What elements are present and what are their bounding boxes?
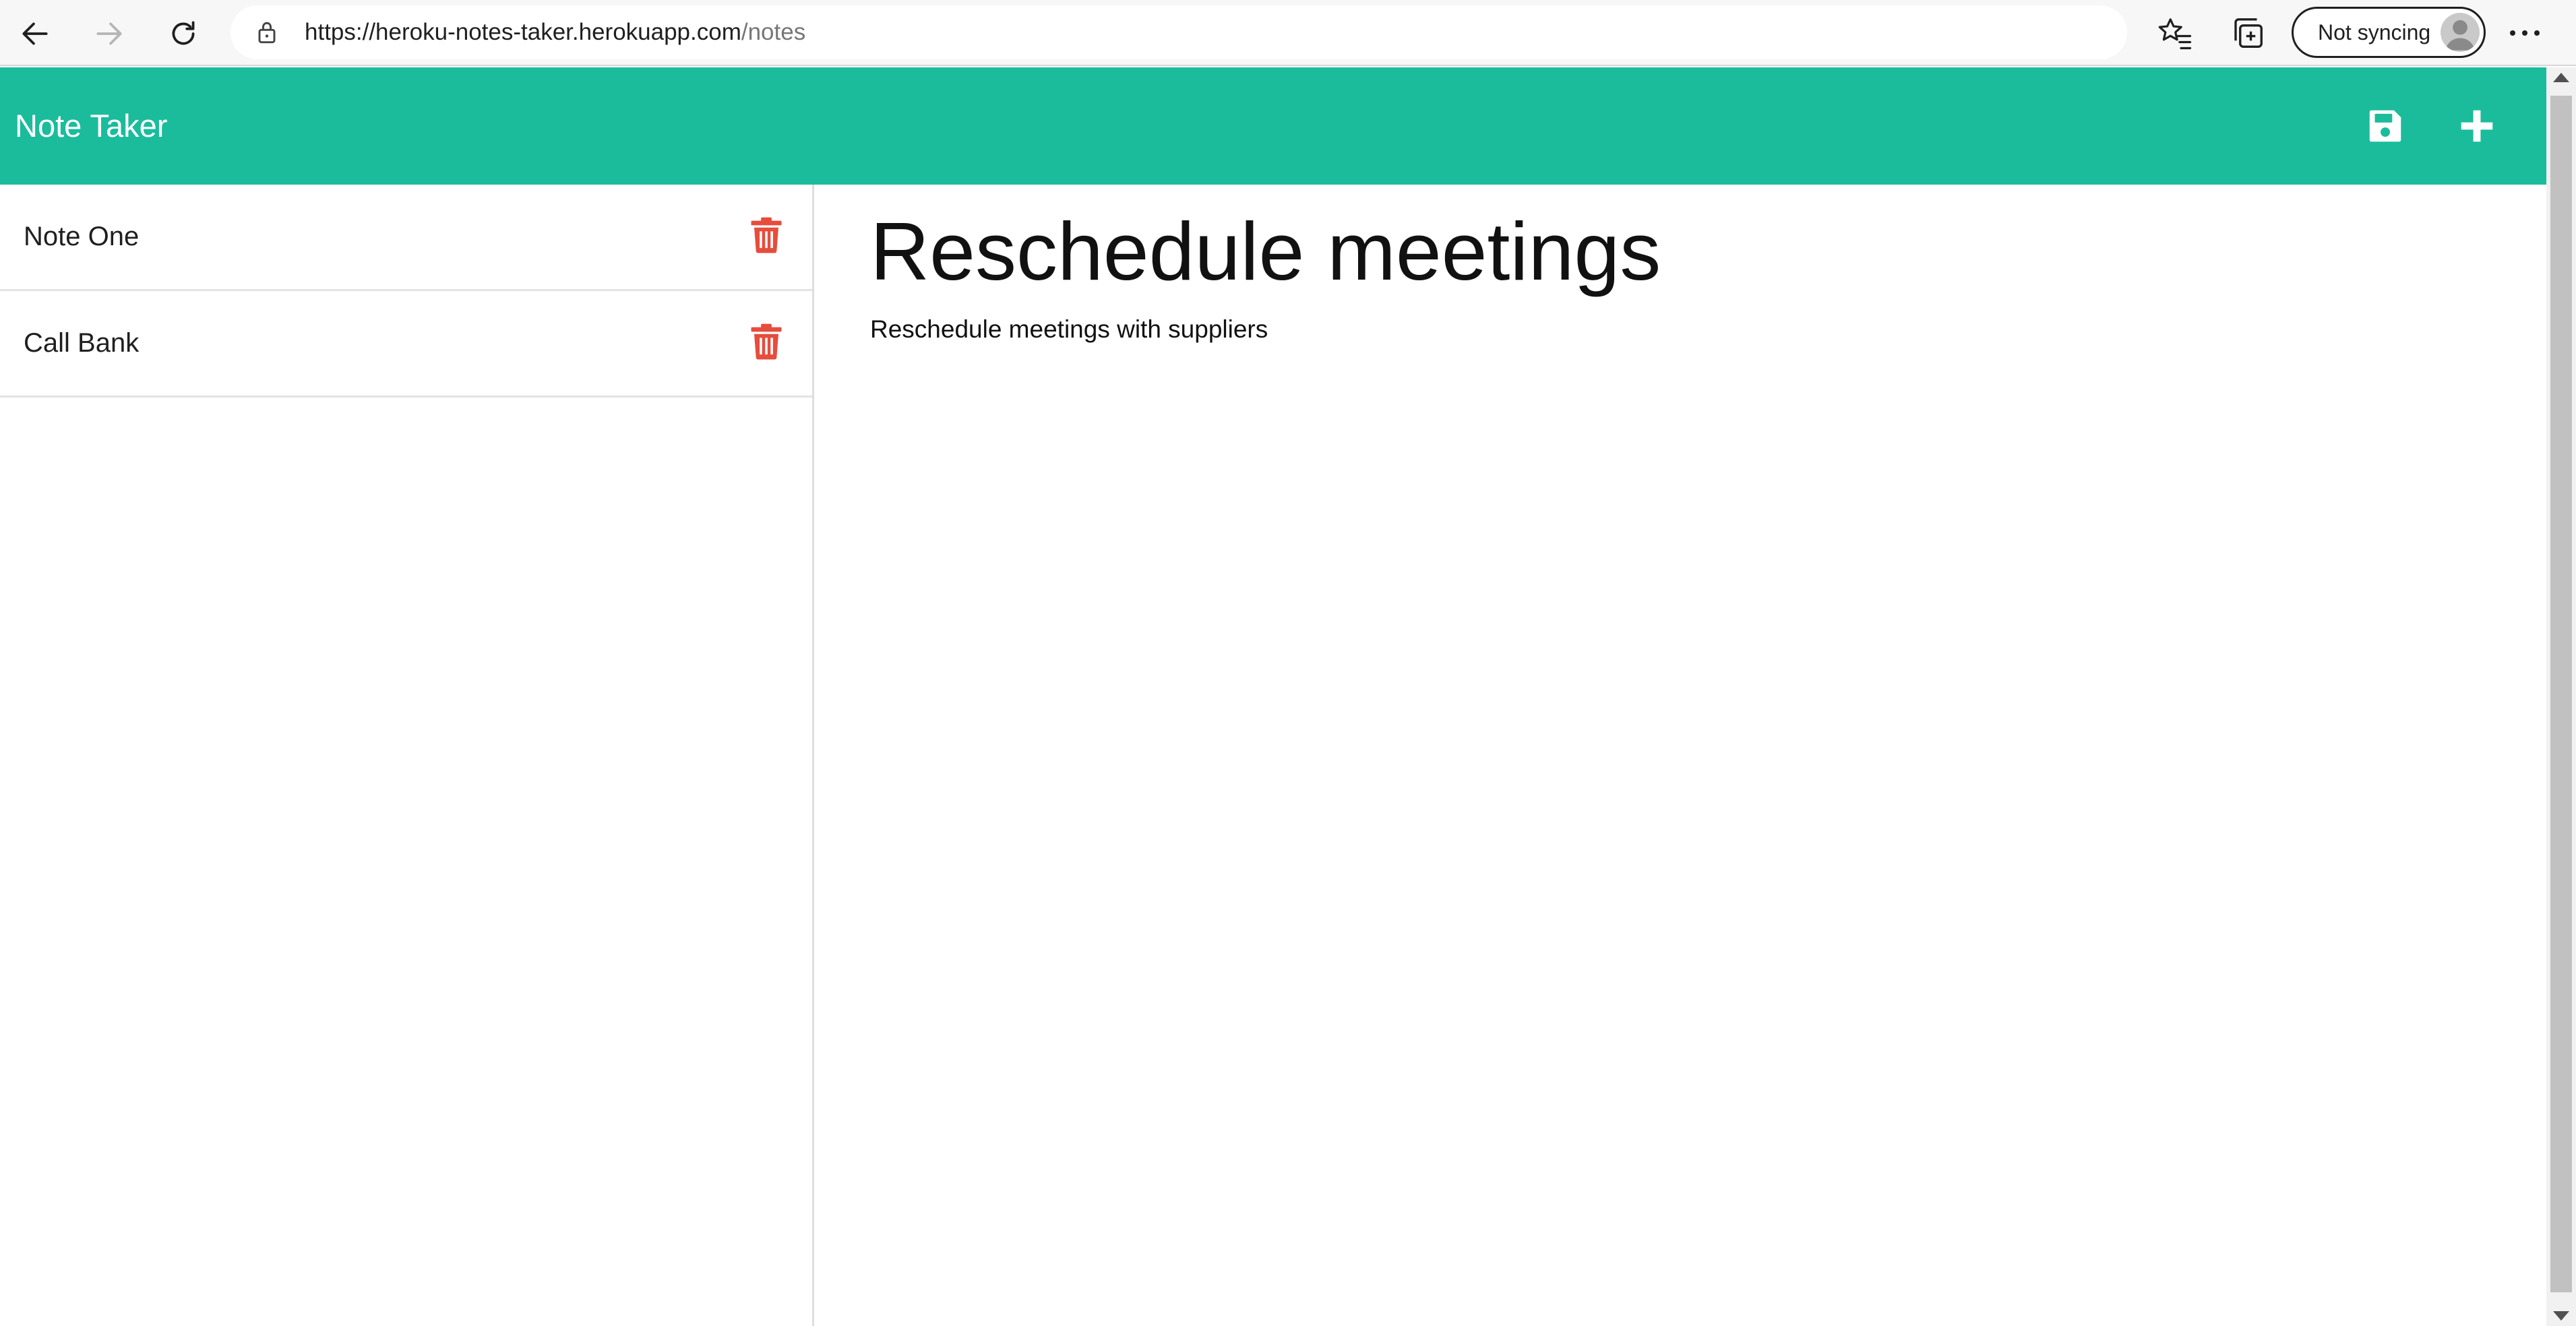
favorites-icon[interactable] (2157, 15, 2193, 51)
more-icon[interactable] (2505, 15, 2545, 51)
note-list: Note One Call Bank (0, 185, 814, 1326)
forward-icon (96, 22, 122, 45)
url-path: /notes (741, 19, 806, 45)
sync-status-label: Not syncing (2318, 20, 2431, 44)
note-title[interactable]: Call Bank (24, 291, 139, 396)
app-header: Note Taker (0, 67, 2546, 185)
list-item[interactable]: Call Bank (0, 291, 812, 398)
new-note-button[interactable] (2453, 102, 2501, 150)
refresh-icon (172, 21, 195, 45)
forward-button[interactable] (85, 9, 133, 58)
url-text[interactable]: https://heroku-notes-taker.herokuapp.com… (305, 5, 805, 59)
collections-icon[interactable] (2230, 15, 2266, 51)
scroll-thumb[interactable] (2550, 96, 2572, 1292)
save-icon (2369, 110, 2401, 142)
scroll-up-icon[interactable] (2553, 73, 2569, 82)
trash-icon[interactable] (749, 217, 783, 253)
trash-icon[interactable] (749, 323, 783, 360)
avatar-icon (2441, 13, 2480, 52)
note-title[interactable]: Note One (24, 185, 139, 289)
plus-icon (2461, 110, 2493, 142)
back-icon (22, 22, 48, 45)
scroll-down-icon[interactable] (2553, 1311, 2569, 1321)
back-button[interactable] (11, 9, 59, 58)
page-scrollbar[interactable] (2546, 67, 2576, 1326)
app-title[interactable]: Note Taker (15, 67, 167, 185)
refresh-button[interactable] (159, 9, 208, 58)
lock-icon[interactable] (252, 18, 282, 47)
address-bar[interactable]: https://heroku-notes-taker.herokuapp.com… (231, 5, 2334, 59)
note-text-input[interactable]: Reschedule meetings with suppliers (870, 313, 2488, 1256)
note-editor: Reschedule meetings with suppliers (816, 185, 2546, 1326)
note-title-input[interactable] (870, 201, 2488, 302)
list-item[interactable]: Note One (0, 185, 812, 291)
url-host: https://heroku-notes-taker.herokuapp.com (305, 19, 741, 45)
profile-sync-button[interactable]: Not syncing (2292, 7, 2486, 58)
browser-toolbar: https://heroku-notes-taker.herokuapp.com… (0, 0, 2576, 66)
save-note-button[interactable] (2362, 102, 2409, 150)
